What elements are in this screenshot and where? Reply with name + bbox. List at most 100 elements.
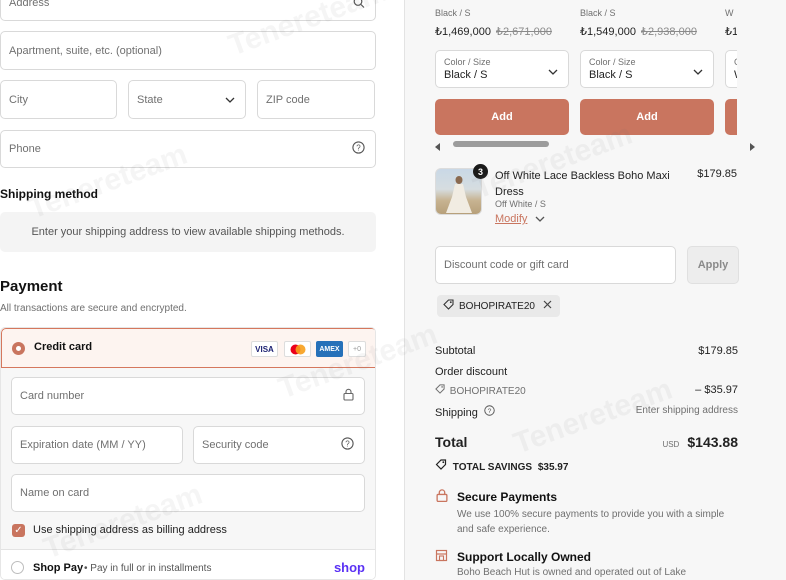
card-number-placeholder: Card number — [20, 390, 85, 402]
tag-icon — [443, 299, 454, 313]
rec-sale-price: ₺1, — [725, 26, 737, 38]
apartment-placeholder: Apartment, suite, etc. (optional) — [9, 44, 162, 57]
chevron-down-icon — [548, 64, 558, 78]
applied-discount-code: BOHOPIRATE20 — [459, 300, 535, 312]
rec-size-label: Color / Size — [589, 57, 636, 67]
add-button[interactable] — [725, 99, 737, 135]
expiration-field[interactable]: Expiration date (MM / YY) — [11, 426, 183, 464]
remove-discount-icon[interactable] — [543, 300, 552, 312]
scroll-right-icon[interactable] — [749, 140, 755, 154]
shipping-methods-message: Enter your shipping address to view avai… — [31, 226, 345, 238]
svg-text:?: ? — [356, 144, 361, 153]
product-price: $179.85 — [697, 168, 737, 180]
total-savings-row: TOTAL SAVINGS $35.97 — [435, 459, 738, 473]
name-on-card-placeholder: Name on card — [20, 487, 90, 499]
subtotal-label: Subtotal — [435, 345, 476, 357]
store-icon — [435, 549, 448, 565]
discount-code-placeholder: Discount code or gift card — [444, 259, 569, 271]
apartment-field[interactable]: Apartment, suite, etc. (optional) — [0, 31, 376, 70]
zip-field[interactable]: ZIP code — [257, 80, 375, 119]
security-code-field[interactable]: Security code ? — [193, 426, 365, 464]
lock-icon — [343, 388, 354, 404]
modify-label: Modify — [495, 213, 528, 225]
summary-discount-code: BOHOPIRATE20 — [449, 386, 526, 397]
apply-button[interactable]: Apply — [687, 246, 739, 284]
chevron-down-icon — [693, 64, 703, 78]
city-field[interactable]: City — [0, 80, 117, 119]
rec-size-label: C — [734, 57, 737, 67]
credit-card-option[interactable]: Credit card VISA AMEX +0 — [1, 328, 375, 368]
rec-sale-price: ₺1,549,000 — [580, 26, 636, 38]
help-icon[interactable]: ? — [484, 405, 495, 419]
expiration-placeholder: Expiration date (MM / YY) — [20, 439, 146, 451]
rec-compare-price: ₺2,938,000 — [641, 26, 697, 38]
help-icon[interactable]: ? — [352, 141, 365, 157]
rec-size-select[interactable]: C W — [725, 50, 737, 88]
subtotal-row: Subtotal $179.85 — [435, 345, 738, 357]
order-discount-label: Order discount — [435, 366, 508, 378]
amex-logo: AMEX — [316, 341, 343, 357]
product-title: Off White Lace Backless Boho Maxi Dress — [495, 170, 670, 198]
billing-address-label[interactable]: Use shipping address as billing address — [33, 524, 227, 536]
recommendations-carousel: Black / S ₺1,469,000 ₺2,671,000 Color / … — [405, 0, 737, 150]
svg-text:?: ? — [488, 408, 492, 415]
shop-pay-label: Shop Pay — [33, 562, 84, 574]
credit-card-radio[interactable] — [12, 342, 25, 355]
scrollbar-thumb[interactable] — [453, 141, 549, 147]
payment-methods: Credit card VISA AMEX +0 Card number Exp… — [0, 327, 376, 580]
rec-compare-price: ₺2,671,000 — [496, 26, 552, 38]
name-on-card-field[interactable]: Name on card — [11, 474, 365, 512]
shipping-methods-notice: Enter your shipping address to view avai… — [0, 212, 376, 252]
savings-value: $35.97 — [537, 462, 569, 473]
shipping-label: Shipping — [435, 407, 478, 419]
zip-placeholder: ZIP code — [266, 93, 310, 106]
rec-variant: Black / S — [580, 8, 616, 18]
chevron-down-icon — [535, 213, 545, 225]
rec-size-select[interactable]: Color / Size Black / S — [435, 50, 569, 88]
chevron-down-icon — [225, 94, 235, 106]
rec-size-select[interactable]: Color / Size Black / S — [580, 50, 714, 88]
state-label: State — [137, 93, 163, 106]
add-button[interactable]: Add — [435, 99, 569, 135]
help-icon[interactable]: ? — [341, 437, 354, 453]
currency-code: USD — [662, 440, 680, 449]
add-button[interactable]: Add — [580, 99, 714, 135]
more-cards-badge: +0 — [348, 341, 366, 357]
phone-placeholder: Phone — [9, 143, 41, 155]
discount-value: – $35.97 — [695, 384, 738, 396]
carousel-scrollbar[interactable] — [435, 140, 755, 151]
billing-address-checkbox[interactable]: ✓ — [12, 524, 25, 537]
address-field[interactable]: Address — [0, 0, 376, 21]
state-select[interactable]: State — [128, 80, 246, 119]
checkout-form-column: Address Apartment, suite, etc. (optional… — [0, 0, 404, 580]
discount-code-field[interactable]: Discount code or gift card — [435, 246, 676, 284]
discount-code-row: BOHOPIRATE20 – $35.97 — [435, 384, 738, 397]
payment-subtitle: All transactions are secure and encrypte… — [0, 303, 187, 314]
search-icon — [353, 0, 365, 12]
rec-size-value: Black / S — [589, 69, 633, 81]
rec-size-value: W — [734, 69, 737, 81]
rec-price: ₺1,549,000 ₺2,938,000 — [580, 25, 697, 38]
order-summary-column: Black / S ₺1,469,000 ₺2,671,000 Color / … — [404, 0, 786, 580]
rec-price: ₺1, — [725, 25, 737, 38]
total-row: Total USD $143.88 — [435, 434, 738, 454]
scroll-left-icon[interactable] — [435, 140, 441, 154]
modify-link[interactable]: Modify — [495, 213, 545, 225]
shop-pay-option[interactable]: Shop Pay • Pay in full or in installment… — [1, 549, 375, 579]
rec-size-label: Color / Size — [444, 57, 491, 67]
address-placeholder: Address — [9, 0, 50, 9]
city-placeholder: City — [9, 93, 28, 106]
shipping-row: Shipping ? Enter shipping address — [435, 405, 738, 419]
phone-field[interactable]: Phone ? — [0, 130, 376, 168]
order-discount-row: Order discount — [435, 366, 738, 378]
shop-pay-radio[interactable] — [11, 561, 24, 574]
tag-icon — [435, 384, 445, 397]
total-label: Total — [435, 434, 468, 450]
shop-pay-subtitle: • Pay in full or in installments — [84, 563, 212, 574]
visa-logo: VISA — [251, 341, 278, 357]
shipping-method-title: Shipping method — [0, 187, 98, 201]
secure-payments-title: Secure Payments — [457, 490, 558, 504]
card-number-field[interactable]: Card number — [11, 377, 365, 415]
subtotal-value: $179.85 — [698, 345, 738, 357]
quantity-badge: 3 — [473, 164, 488, 179]
